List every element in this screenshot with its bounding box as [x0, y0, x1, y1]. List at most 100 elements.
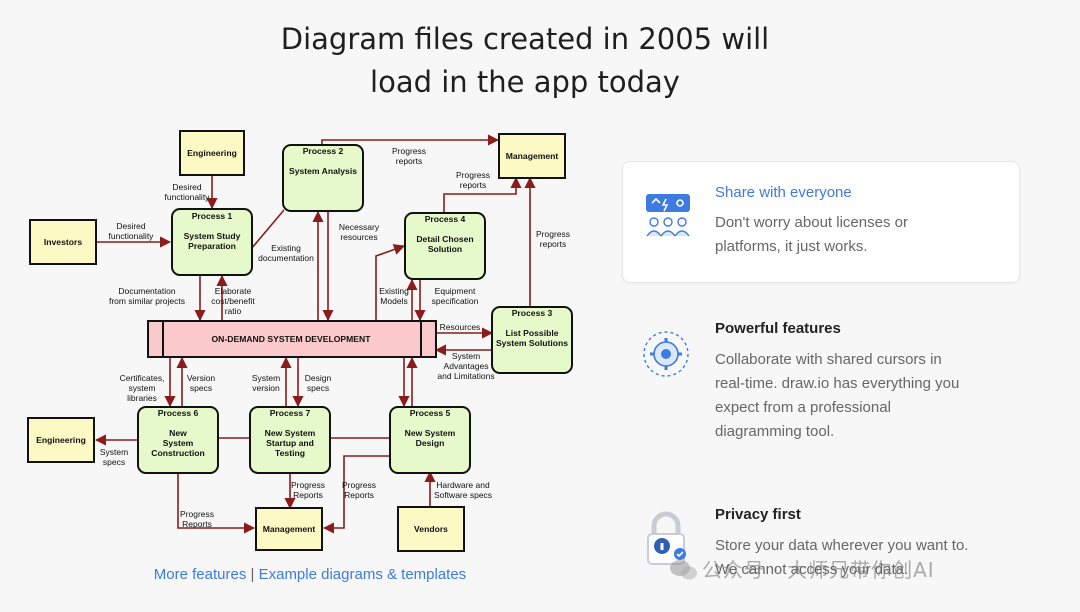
- svg-text:Progress: Progress: [456, 170, 490, 180]
- svg-text:Desired: Desired: [172, 182, 202, 192]
- svg-text:cost/benefit: cost/benefit: [211, 296, 255, 306]
- svg-text:Resources: Resources: [440, 322, 481, 332]
- svg-text:System Solutions: System Solutions: [496, 338, 568, 348]
- process-6[interactable]: Process 6 New System Construction: [137, 406, 219, 474]
- svg-text:System Analysis: System Analysis: [289, 166, 357, 176]
- svg-text:Software specs: Software specs: [434, 490, 492, 500]
- feature-desc-share: Don't worry about licenses or platforms, …: [715, 214, 908, 255]
- entity-engineering-top[interactable]: Engineering: [179, 130, 245, 176]
- svg-text:Construction: Construction: [151, 448, 204, 458]
- feature-title-share: Share with everyone: [715, 184, 852, 201]
- svg-text:Process 7: Process 7: [270, 408, 311, 418]
- svg-text:functionality: functionality: [165, 192, 211, 202]
- svg-text:Startup and: Startup and: [266, 438, 314, 448]
- svg-text:Management: Management: [263, 524, 316, 534]
- svg-text:Testing: Testing: [275, 448, 305, 458]
- data-flow-diagram: Engineering Investors Management Enginee…: [27, 130, 573, 552]
- svg-text:System: System: [452, 351, 480, 361]
- svg-text:Process 6: Process 6: [158, 408, 199, 418]
- svg-text:libraries: libraries: [127, 393, 157, 403]
- svg-text:version: version: [252, 383, 280, 393]
- svg-text:Solution: Solution: [428, 244, 462, 254]
- link-separator: |: [250, 566, 255, 583]
- svg-text:Progress: Progress: [392, 146, 426, 156]
- svg-text:Process 2: Process 2: [303, 146, 344, 156]
- svg-text:from similar projects: from similar projects: [109, 296, 185, 306]
- svg-text:New System: New System: [405, 428, 456, 438]
- svg-text:Hardware and: Hardware and: [436, 480, 490, 490]
- share-icon: [646, 194, 690, 237]
- svg-text:Progress: Progress: [180, 509, 214, 519]
- svg-text:Reports: Reports: [344, 490, 374, 500]
- svg-text:Design: Design: [416, 438, 445, 448]
- svg-text:Detail Chosen: Detail Chosen: [416, 234, 473, 244]
- entity-engineering-left[interactable]: Engineering: [27, 417, 95, 463]
- entity-vendors[interactable]: Vendors: [397, 506, 465, 552]
- more-features-link[interactable]: More features: [154, 566, 247, 583]
- entity-management-bottom[interactable]: Management: [255, 507, 323, 551]
- svg-text:Certificates,: Certificates,: [120, 373, 165, 383]
- svg-text:Design: Design: [305, 373, 332, 383]
- svg-text:specs: specs: [190, 383, 212, 393]
- gear-icon: [643, 331, 689, 377]
- svg-text:functionality: functionality: [109, 231, 155, 241]
- svg-text:Elaborate: Elaborate: [215, 286, 252, 296]
- svg-text:Engineering: Engineering: [36, 435, 86, 445]
- svg-text:System: System: [163, 438, 194, 448]
- svg-text:Process 1: Process 1: [192, 211, 233, 221]
- svg-text:Preparation: Preparation: [188, 241, 236, 251]
- feature-title-privacy: Privacy first: [715, 506, 801, 523]
- svg-text:Equipment: Equipment: [435, 286, 476, 296]
- wechat-logo-icon: [670, 560, 697, 580]
- example-diagrams-link[interactable]: Example diagrams & templates: [259, 566, 467, 583]
- svg-text:Process 4: Process 4: [425, 214, 466, 224]
- svg-text:Process 3: Process 3: [512, 308, 553, 318]
- svg-text:specs: specs: [307, 383, 329, 393]
- svg-text:Reports: Reports: [182, 519, 212, 529]
- svg-text:Desired: Desired: [116, 221, 146, 231]
- svg-text:reports: reports: [396, 156, 422, 166]
- svg-text:specs: specs: [103, 457, 125, 467]
- svg-text:Process 5: Process 5: [410, 408, 451, 418]
- svg-text:reports: reports: [540, 239, 566, 249]
- svg-text:Investors: Investors: [44, 237, 82, 247]
- process-3[interactable]: Process 3 List Possible System Solutions: [491, 306, 573, 374]
- feature-desc-powerful: Collaborate with shared cursors in real-t…: [715, 351, 960, 440]
- process-1[interactable]: Process 1 System Study Preparation: [171, 208, 253, 276]
- svg-text:specification: specification: [432, 296, 479, 306]
- svg-text:New: New: [169, 428, 187, 438]
- svg-text:List Possible: List Possible: [505, 328, 558, 338]
- entity-management-top[interactable]: Management: [498, 133, 566, 179]
- svg-text:Progress: Progress: [342, 480, 376, 490]
- data-store[interactable]: ON-DEMAND SYSTEM DEVELOPMENT: [147, 320, 437, 358]
- svg-text:reports: reports: [460, 180, 486, 190]
- svg-text:ON-DEMAND SYSTEM DEVELOPMENT: ON-DEMAND SYSTEM DEVELOPMENT: [212, 334, 372, 344]
- svg-text:System: System: [100, 447, 128, 457]
- process-4[interactable]: Process 4 Detail Chosen Solution: [404, 212, 486, 280]
- process-2[interactable]: Process 2 System Analysis: [282, 144, 364, 212]
- svg-text:Necessary: Necessary: [339, 222, 380, 232]
- process-7[interactable]: Process 7 New System Startup and Testing: [249, 406, 331, 474]
- svg-text:ratio: ratio: [225, 306, 242, 316]
- svg-text:documentation: documentation: [258, 253, 314, 263]
- svg-text:Existing: Existing: [379, 286, 409, 296]
- svg-text:and Limitations: and Limitations: [437, 371, 494, 381]
- svg-text:Advantages: Advantages: [444, 361, 489, 371]
- svg-text:resources: resources: [340, 232, 377, 242]
- entity-investors[interactable]: Investors: [29, 219, 97, 265]
- svg-text:Version: Version: [187, 373, 216, 383]
- svg-text:New System: New System: [265, 428, 316, 438]
- svg-text:Models: Models: [380, 296, 407, 306]
- svg-text:Progress: Progress: [291, 480, 325, 490]
- svg-text:System Study: System Study: [184, 231, 241, 241]
- svg-text:System: System: [252, 373, 280, 383]
- feature-title-powerful: Powerful features: [715, 320, 841, 337]
- svg-text:Existing: Existing: [271, 243, 301, 253]
- process-5[interactable]: Process 5 New System Design: [389, 406, 471, 474]
- svg-text:Vendors: Vendors: [414, 524, 448, 534]
- svg-text:Management: Management: [506, 151, 559, 161]
- svg-text:Reports: Reports: [293, 490, 323, 500]
- svg-text:Engineering: Engineering: [187, 148, 237, 158]
- footer-links: More features | Example diagrams & templ…: [120, 566, 500, 583]
- svg-text:system: system: [129, 383, 156, 393]
